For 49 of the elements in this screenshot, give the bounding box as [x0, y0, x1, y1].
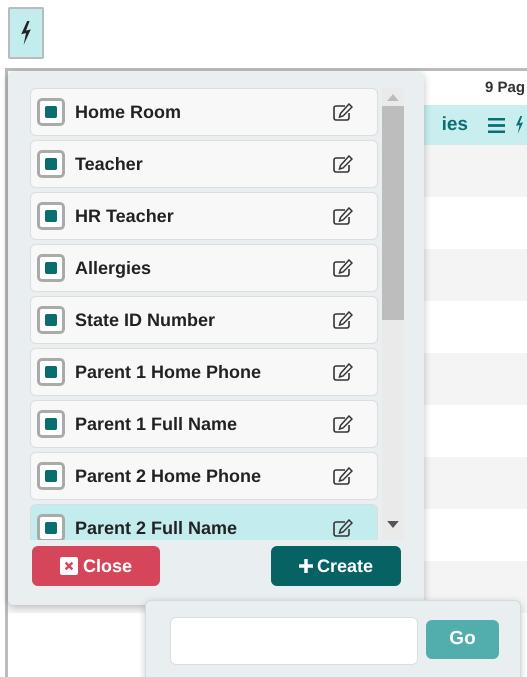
field-item[interactable]: Parent 2 Full Name [30, 504, 378, 540]
checkbox[interactable] [37, 150, 65, 178]
close-button[interactable]: Close [32, 546, 160, 586]
field-item[interactable]: Teacher [30, 140, 378, 188]
field-label: Parent 1 Full Name [75, 412, 238, 436]
edit-icon[interactable] [333, 311, 353, 329]
field-label: State ID Number [75, 308, 216, 332]
field-item[interactable]: HR Teacher [30, 192, 378, 240]
create-button[interactable]: Create [271, 546, 401, 586]
checkbox[interactable] [37, 514, 65, 540]
field-item[interactable]: Parent 1 Full Name [30, 400, 378, 448]
edit-icon[interactable] [333, 363, 353, 381]
name-field[interactable] [170, 617, 418, 665]
edit-icon[interactable] [333, 467, 353, 485]
page-count: 9 Pag [484, 78, 525, 98]
checkbox[interactable] [37, 410, 65, 438]
edit-icon[interactable] [333, 415, 353, 433]
field-item[interactable]: Parent 2 Home Phone [30, 452, 378, 500]
header-label: ies [442, 112, 468, 137]
plus-icon [298, 559, 313, 573]
checkbox[interactable] [37, 462, 65, 490]
field-item[interactable]: Home Room [30, 88, 378, 136]
scrollbar[interactable] [382, 88, 404, 540]
field-label: Home Room [75, 100, 182, 124]
checkbox[interactable] [37, 202, 65, 230]
edit-icon[interactable] [333, 103, 353, 121]
close-icon [60, 557, 78, 575]
menu-icon[interactable] [488, 118, 505, 132]
field-item[interactable]: State ID Number [30, 296, 378, 344]
edit-icon[interactable] [333, 519, 353, 537]
lightning-button[interactable] [8, 7, 44, 59]
field-label: Parent 2 Home Phone [75, 464, 262, 488]
edit-icon[interactable] [333, 155, 353, 173]
edit-icon[interactable] [333, 207, 353, 225]
field-label: Teacher [75, 152, 144, 176]
field-label: Parent 1 Home Phone [75, 360, 262, 384]
lightning-icon [515, 115, 524, 135]
checkbox[interactable] [37, 254, 65, 282]
field-label: HR Teacher [75, 204, 175, 228]
checkbox[interactable] [37, 306, 65, 334]
field-item[interactable]: Parent 1 Home Phone [30, 348, 378, 396]
field-label: Allergies [75, 256, 152, 280]
field-item[interactable]: Allergies [30, 244, 378, 292]
field-label: Parent 2 Full Name [75, 516, 238, 540]
edit-icon[interactable] [333, 259, 353, 277]
checkbox[interactable] [37, 358, 65, 386]
scroll-down-icon[interactable] [387, 521, 399, 528]
lightning-icon [20, 21, 32, 45]
checkbox[interactable] [37, 98, 65, 126]
